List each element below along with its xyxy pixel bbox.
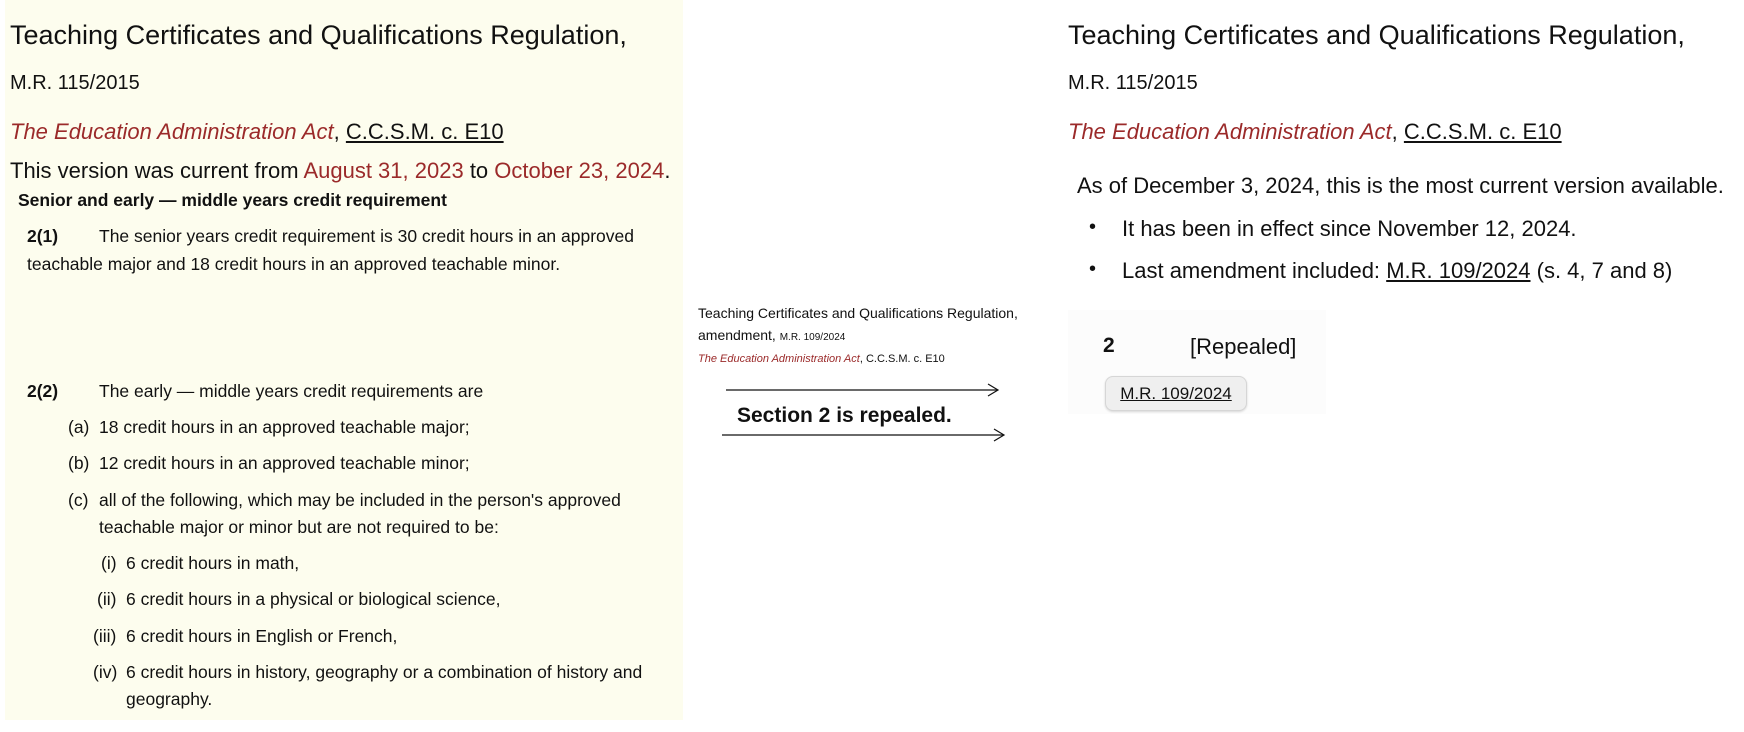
right-act-line: The Education Administration Act, C.C.S.…: [1068, 119, 1562, 145]
left-version-line: This version was current from August 31,…: [10, 158, 670, 184]
amendment-reference-button[interactable]: M.R. 109/2024: [1105, 376, 1247, 411]
amendment-title-line1: Teaching Certificates and Qualifications…: [698, 305, 1018, 321]
left-act-sep: ,: [333, 119, 340, 144]
amendment-act-line: The Education Administration Act, C.C.S.…: [698, 353, 945, 365]
right-act-sep: ,: [1391, 119, 1398, 144]
current-version-notice: As of December 3, 2024, this is the most…: [1077, 173, 1724, 198]
amendment-act-name: The Education Administration Act: [698, 353, 860, 365]
subitem-i-label: (i): [101, 553, 117, 573]
left-version-from: August 31, 2023: [303, 158, 464, 183]
item-b-label: (b): [68, 453, 90, 473]
subsection-2-2-text: The early — middle years credit requirem…: [99, 381, 484, 401]
right-reg-number: M.R. 115/2015: [1068, 72, 1198, 94]
item-a-label: (a): [68, 417, 90, 437]
amendment-title-line2: amendment,: [698, 327, 776, 343]
item-c-text-line1: all of the following, which may be inclu…: [99, 490, 621, 510]
left-version-end: .: [664, 158, 671, 183]
subitem-ii-text: 6 credit hours in a physical or biologic…: [126, 589, 501, 609]
item-b-text: 12 credit hours in an approved teachable…: [99, 453, 470, 473]
amendment-act-citation: , C.C.S.M. c. E10: [859, 353, 945, 365]
subitem-iv-text-line2: geography.: [126, 689, 213, 709]
left-version-to: October 23, 2024: [494, 158, 665, 183]
subitem-ii-label: (ii): [97, 589, 117, 609]
item-c-text-line2: teachable major or minor but are not req…: [99, 517, 499, 537]
repealed-section-status: [Repealed]: [1190, 334, 1297, 359]
subitem-i-text: 6 credit hours in math,: [126, 553, 300, 573]
last-amendment-line: Last amendment included: M.R. 109/2024 (…: [1122, 258, 1672, 284]
bullet-dot-2: •: [1089, 258, 1097, 280]
left-act-citation-link[interactable]: C.C.S.M. c. E10: [346, 119, 504, 144]
subitem-iii-label: (iii): [93, 626, 117, 646]
item-a-text: 18 credit hours in an approved teachable…: [99, 417, 470, 437]
left-act-line: The Education Administration Act, C.C.S.…: [10, 119, 504, 145]
subitem-iv-text-line1: 6 credit hours in history, geography or …: [126, 662, 643, 682]
subitem-iv-label: (iv): [93, 662, 118, 682]
left-title: Teaching Certificates and Qualifications…: [10, 20, 627, 50]
subsection-2-1-text-line1: The senior years credit requirement is 3…: [99, 226, 634, 246]
left-version-prefix: This version was current from: [10, 158, 299, 183]
right-title: Teaching Certificates and Qualifications…: [1068, 20, 1685, 50]
right-act-citation-link[interactable]: C.C.S.M. c. E10: [1404, 119, 1562, 144]
item-c-label: (c): [68, 490, 89, 510]
last-amendment-prefix: Last amendment included:: [1122, 258, 1381, 283]
subsection-2-1-number: 2(1): [27, 226, 59, 246]
last-amendment-link[interactable]: M.R. 109/2024: [1386, 258, 1530, 283]
effective-since: It has been in effect since November 12,…: [1122, 216, 1577, 241]
left-version-to-word: to: [469, 158, 489, 183]
section-heading: Senior and early — middle years credit r…: [18, 190, 447, 210]
right-act-name: The Education Administration Act: [1068, 119, 1392, 144]
left-act-name: The Education Administration Act: [10, 119, 334, 144]
last-amendment-suffix: (s. 4, 7 and 8): [1536, 258, 1673, 283]
bullet-dot-1: •: [1089, 216, 1097, 238]
subitem-iii-text: 6 credit hours in English or French,: [126, 626, 398, 646]
repealed-section-number: 2: [1103, 334, 1115, 357]
amendment-reg-number: M.R. 109/2024: [779, 332, 846, 343]
subsection-2-1-text-line2: teachable major and 18 credit hours in a…: [27, 254, 561, 274]
left-reg-number: M.R. 115/2015: [10, 72, 140, 94]
arrow-right-icon-top: [726, 383, 1000, 397]
arrow-right-icon-bottom: [722, 428, 1006, 442]
amendment-title-line2-wrap: amendment, M.R. 109/2024: [698, 327, 845, 343]
left-panel: [5, 0, 683, 720]
subsection-2-2-number: 2(2): [27, 381, 59, 401]
